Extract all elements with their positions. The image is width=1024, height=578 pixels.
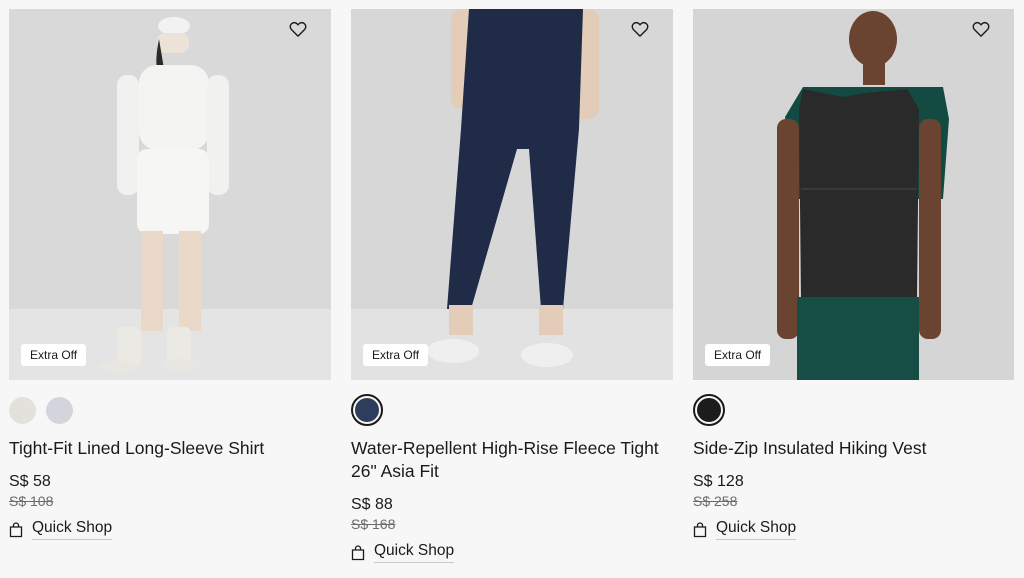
shopping-bag-icon — [351, 544, 365, 560]
product-name[interactable]: Water-Repellent High-Rise Fleece Tight 2… — [351, 437, 673, 483]
product-photo-model — [693, 9, 1014, 380]
heart-icon[interactable] — [971, 19, 991, 39]
sale-price: S$ 88 — [351, 496, 393, 513]
sale-price: S$ 128 — [693, 473, 744, 490]
heart-icon[interactable] — [288, 19, 308, 39]
quick-shop-button[interactable]: Quick Shop — [351, 542, 455, 563]
extra-off-badge: Extra Off — [363, 344, 429, 366]
shopping-bag-icon — [9, 521, 23, 537]
product-photo-model — [351, 9, 673, 380]
color-swatch-selected[interactable] — [351, 394, 383, 426]
product-card: Extra Off Water-Repellent High-Rise Flee… — [351, 9, 673, 563]
quick-shop-label: Quick Shop — [32, 519, 113, 540]
original-price: S$ 108 — [9, 493, 54, 509]
color-swatches — [351, 394, 673, 426]
quick-shop-label: Quick Shop — [374, 542, 455, 563]
shopping-bag-icon — [693, 521, 707, 537]
product-name[interactable]: Tight-Fit Lined Long-Sleeve Shirt — [9, 437, 331, 460]
color-swatch[interactable] — [46, 396, 73, 424]
product-card: Extra Off Tight-Fit Lined Long-Sleeve Sh… — [9, 9, 331, 540]
product-image[interactable]: Extra Off — [693, 9, 1014, 380]
color-swatches — [693, 394, 1014, 426]
product-image[interactable]: Extra Off — [351, 9, 673, 380]
quick-shop-button[interactable]: Quick Shop — [9, 519, 113, 540]
product-image[interactable]: Extra Off — [9, 9, 331, 380]
extra-off-badge: Extra Off — [705, 344, 771, 366]
quick-shop-label: Quick Shop — [716, 519, 797, 540]
quick-shop-button[interactable]: Quick Shop — [693, 519, 797, 540]
sale-price: S$ 58 — [9, 473, 51, 490]
original-price: S$ 258 — [693, 493, 738, 509]
original-price: S$ 168 — [351, 516, 396, 532]
color-swatch-selected[interactable] — [693, 394, 725, 426]
color-swatch[interactable] — [9, 396, 36, 424]
product-photo-model — [9, 9, 331, 380]
color-swatches — [9, 394, 331, 426]
product-card: Extra Off Side-Zip Insulated Hiking Vest… — [693, 9, 1014, 540]
extra-off-badge: Extra Off — [21, 344, 87, 366]
product-name[interactable]: Side-Zip Insulated Hiking Vest — [693, 437, 1014, 460]
heart-icon[interactable] — [630, 19, 650, 39]
product-grid: Extra Off Tight-Fit Lined Long-Sleeve Sh… — [0, 0, 1024, 578]
